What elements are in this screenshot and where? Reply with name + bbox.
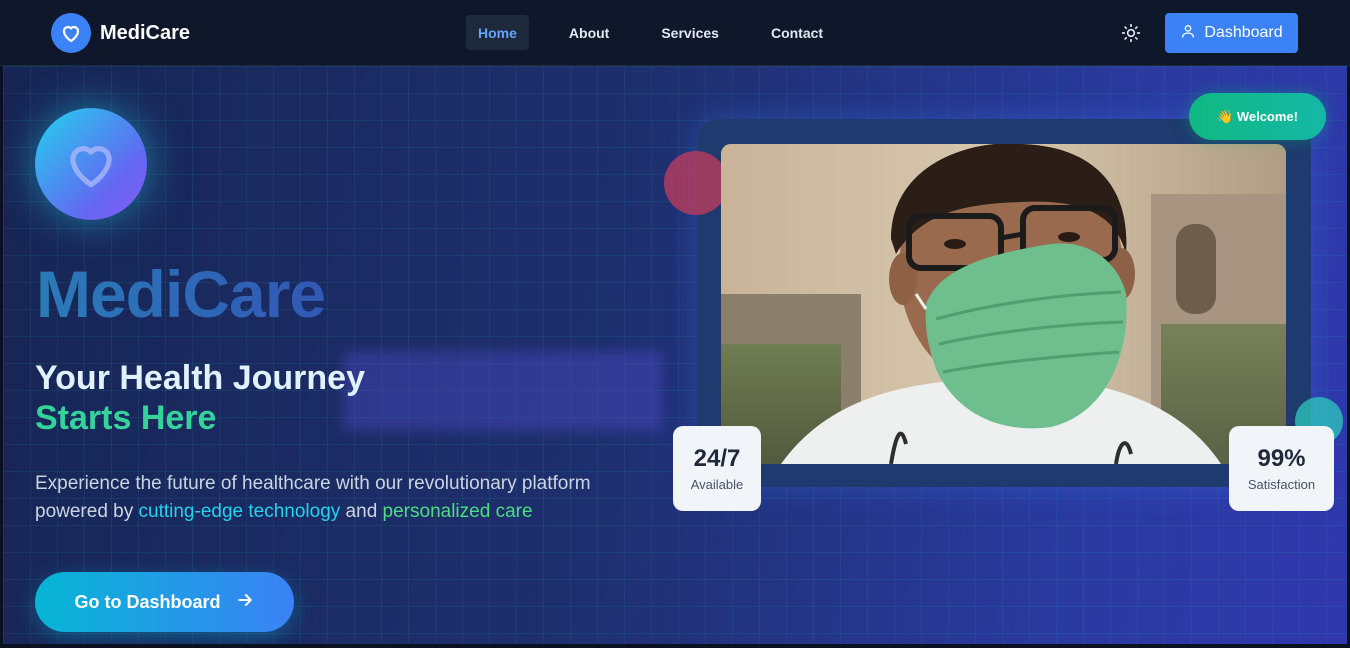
heart-icon — [35, 108, 147, 220]
hero-description: Experience the future of healthcare with… — [35, 470, 655, 526]
stat-label: Satisfaction — [1247, 477, 1316, 492]
stat-card-satisfaction: 99% Satisfaction — [1229, 426, 1334, 511]
heart-icon — [51, 13, 91, 53]
highlight-technology: cutting-edge technology — [138, 501, 341, 522]
top-navbar: MediCare Home About Services Contact Das… — [0, 0, 1350, 66]
brand-name: MediCare — [100, 21, 191, 44]
stat-value: 99% — [1257, 445, 1306, 472]
go-to-dashboard-button[interactable]: Go to Dashboard — [35, 572, 294, 632]
highlight-care: personalized care — [382, 501, 533, 522]
glow-decoration — [343, 351, 663, 431]
nav-home[interactable]: Home — [466, 15, 529, 50]
nav-contact[interactable]: Contact — [759, 15, 835, 50]
stat-card-availability: 24/7 Available — [673, 426, 761, 511]
description-and: and — [340, 501, 383, 522]
nav-about[interactable]: About — [557, 15, 621, 50]
stat-value: 24/7 — [693, 445, 741, 472]
nav-services[interactable]: Services — [649, 15, 731, 50]
cta-label: Go to Dashboard — [74, 591, 221, 612]
decorative-circle-red — [664, 151, 728, 215]
dashboard-button-label: Dashboard — [1204, 24, 1283, 41]
dashboard-button[interactable]: Dashboard — [1165, 13, 1298, 53]
sun-icon[interactable] — [1120, 22, 1142, 44]
main-nav: Home About Services Contact — [466, 15, 835, 50]
hero-title: MediCare — [36, 257, 326, 331]
welcome-badge: 👋 Welcome! — [1189, 93, 1326, 140]
tagline-line-2: Starts Here — [35, 399, 217, 437]
doctor-photo — [721, 144, 1286, 464]
user-icon — [1180, 23, 1196, 44]
tagline-line-1: Your Health Journey — [35, 359, 365, 397]
brand[interactable]: MediCare — [51, 13, 190, 53]
arrow-right-icon — [235, 590, 255, 615]
stat-label: Available — [690, 477, 744, 492]
